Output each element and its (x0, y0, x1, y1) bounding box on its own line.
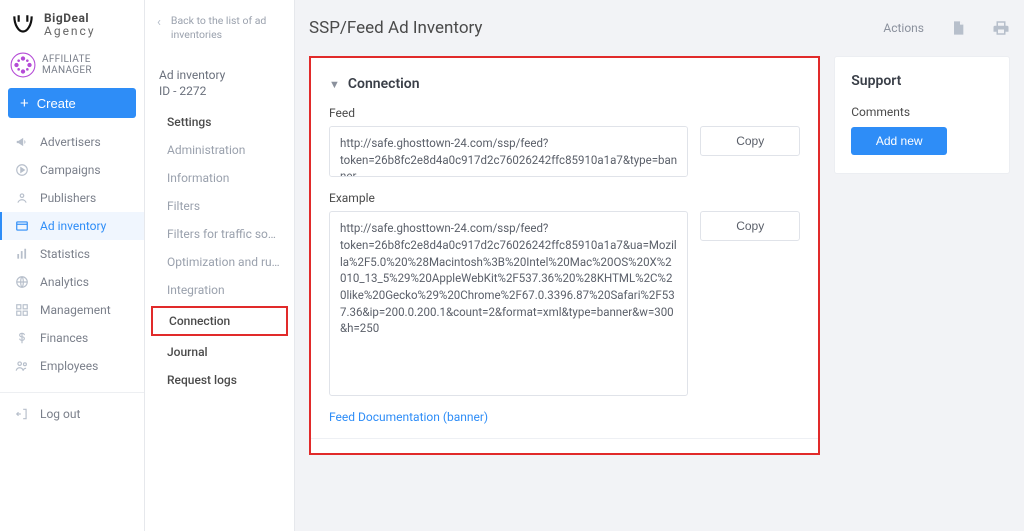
nav-publishers[interactable]: Publishers (0, 184, 144, 212)
sub-connection[interactable]: Connection (151, 306, 288, 336)
nav-logout[interactable]: Log out (0, 392, 144, 428)
nav-label: Statistics (40, 247, 90, 261)
example-label: Example (329, 191, 800, 205)
sidebar: BigDeal Agency AFFILIATE MANAGER + Creat… (0, 0, 145, 531)
brand-logo-icon (10, 12, 36, 38)
nav-label: Advertisers (40, 135, 101, 149)
nav-label: Log out (40, 407, 80, 421)
play-circle-icon (14, 163, 30, 177)
nav-label: Ad inventory (40, 219, 106, 233)
nav-advertisers[interactable]: Advertisers (0, 128, 144, 156)
sub-filters[interactable]: Filters (145, 192, 294, 220)
nav-management[interactable]: Management (0, 296, 144, 324)
secondary-sidebar: ‹ Back to the list of ad inventories Ad … (145, 0, 295, 531)
section-title: Connection (348, 76, 420, 92)
nav-label: Analytics (40, 275, 89, 289)
bar-chart-icon (14, 247, 30, 261)
sub-request-logs[interactable]: Request logs (145, 366, 294, 394)
nav-label: Employees (40, 359, 98, 373)
main: SSP/Feed Ad Inventory Actions ▼ Connecti… (295, 0, 1024, 531)
print-icon[interactable] (992, 19, 1010, 37)
window-icon (14, 219, 30, 233)
nav-label: Management (40, 303, 111, 317)
adinv-id: ID - 2272 (159, 83, 280, 99)
header: SSP/Feed Ad Inventory Actions (309, 0, 1010, 56)
nav-employees[interactable]: Employees (0, 352, 144, 380)
grid-icon (14, 303, 30, 317)
sub-filters-traffic[interactable]: Filters for traffic sour… (145, 220, 294, 248)
caret-down-icon: ▼ (329, 78, 340, 91)
support-title: Support (851, 73, 993, 89)
back-link[interactable]: ‹ Back to the list of ad inventories (145, 0, 294, 55)
support-card: Support Comments Add new (834, 56, 1010, 174)
feed-input[interactable] (329, 126, 688, 177)
copy-example-button[interactable]: Copy (700, 211, 800, 241)
example-input[interactable] (329, 211, 688, 396)
logout-icon (14, 407, 30, 421)
support-comments-label: Comments (851, 105, 993, 119)
user-row: AFFILIATE MANAGER (0, 52, 144, 88)
user-role: AFFILIATE MANAGER (42, 54, 134, 76)
file-icon[interactable] (950, 19, 966, 37)
create-label: Create (37, 96, 76, 111)
dollar-icon (14, 331, 30, 345)
adinv-title: Ad inventory (159, 67, 280, 83)
actions-label[interactable]: Actions (883, 21, 924, 35)
header-actions: Actions (883, 19, 1010, 37)
example-row: Copy (329, 211, 800, 396)
globe-icon (14, 275, 30, 289)
sub-information[interactable]: Information (145, 164, 294, 192)
feed-doc-link[interactable]: Feed Documentation (banner) (329, 410, 800, 424)
sub-journal[interactable]: Journal (145, 338, 294, 366)
nav: Advertisers Campaigns Publishers Ad inve… (0, 128, 144, 428)
nav-finances[interactable]: Finances (0, 324, 144, 352)
megaphone-icon (14, 135, 30, 149)
user-avatar-icon (10, 52, 36, 78)
chevron-left-icon: ‹ (157, 15, 161, 32)
sub-settings[interactable]: Settings (145, 108, 294, 136)
plus-icon: + (20, 96, 29, 111)
nav-label: Publishers (40, 191, 96, 205)
adinv-header: Ad inventory ID - 2272 (145, 55, 294, 107)
nav-analytics[interactable]: Analytics (0, 268, 144, 296)
sub-integration[interactable]: Integration (145, 276, 294, 304)
create-button[interactable]: + Create (8, 88, 136, 118)
separator (311, 438, 818, 439)
body-row: ▼ Connection Feed Copy Example Copy Feed… (309, 56, 1010, 455)
page-title: SSP/Feed Ad Inventory (309, 18, 482, 38)
copy-feed-button[interactable]: Copy (700, 126, 800, 156)
sub-administration[interactable]: Administration (145, 136, 294, 164)
people-icon (14, 359, 30, 373)
subnav: Settings Administration Information Filt… (145, 108, 294, 394)
add-new-button[interactable]: Add new (851, 127, 947, 155)
brand-line2: Agency (44, 25, 96, 38)
section-title-row[interactable]: ▼ Connection (329, 76, 800, 92)
nav-label: Campaigns (40, 163, 101, 177)
nav-statistics[interactable]: Statistics (0, 240, 144, 268)
sub-optimization[interactable]: Optimization and rules (145, 248, 294, 276)
user-icon (14, 191, 30, 205)
nav-label: Finances (40, 331, 88, 345)
nav-ad-inventory[interactable]: Ad inventory (0, 212, 144, 240)
brand: BigDeal Agency (0, 0, 144, 52)
feed-row: Copy (329, 126, 800, 177)
feed-label: Feed (329, 106, 800, 120)
connection-card: ▼ Connection Feed Copy Example Copy Feed… (309, 56, 820, 455)
back-text: Back to the list of ad inventories (171, 14, 282, 41)
brand-text: BigDeal Agency (44, 12, 96, 37)
nav-campaigns[interactable]: Campaigns (0, 156, 144, 184)
